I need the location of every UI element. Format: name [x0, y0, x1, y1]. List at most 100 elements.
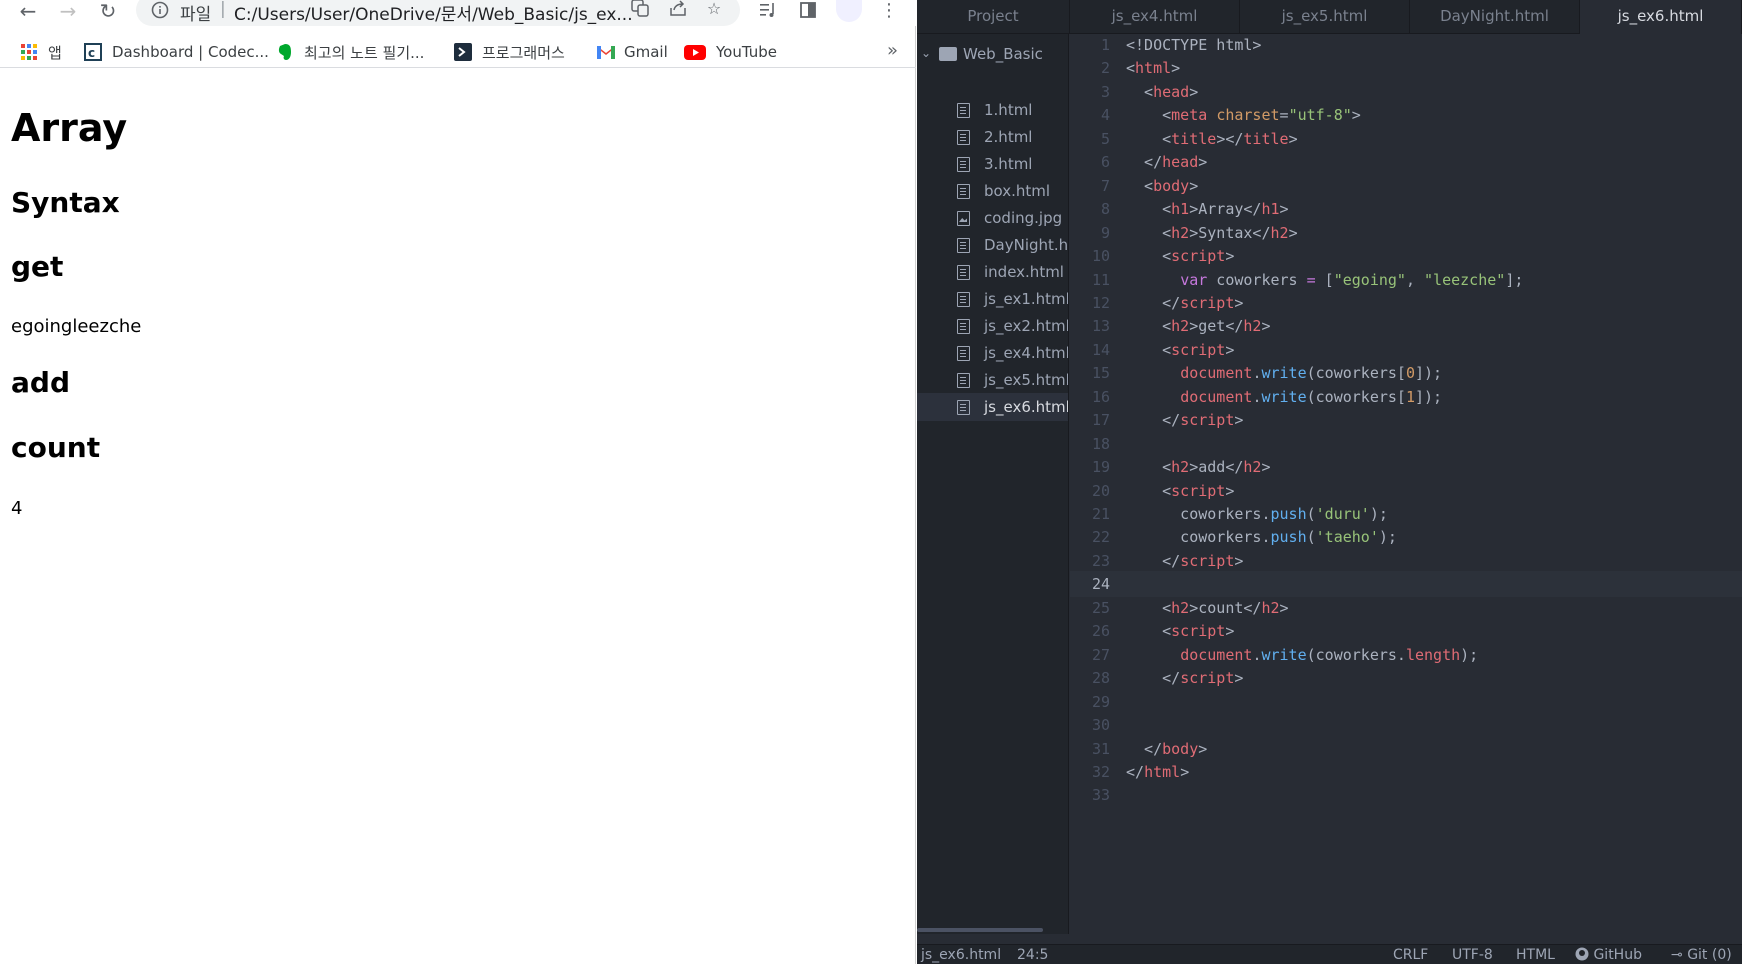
code-line[interactable]: 14 <script>: [1070, 337, 1742, 363]
code-line[interactable]: 13 <h2>get</h2>: [1070, 313, 1742, 339]
bookmark-youtube[interactable]: YouTube: [684, 40, 777, 64]
tab-js-ex6[interactable]: js_ex6.html: [1579, 0, 1742, 34]
bookmark-label: Dashboard | Codec...: [112, 43, 269, 61]
address-bar[interactable]: 파일 | C:/Users/User/OneDrive/문서/Web_Basic…: [136, 0, 740, 26]
code-line[interactable]: 19 <h2>add</h2>: [1070, 454, 1742, 480]
code-line[interactable]: 3 <head>: [1070, 79, 1742, 105]
tree-file-item[interactable]: 1.html: [917, 96, 1068, 124]
status-grammar[interactable]: HTML: [1516, 947, 1555, 963]
bookmark-label: 최고의 노트 필기...: [304, 43, 425, 62]
code-token: </: [1126, 762, 1145, 781]
tree-folder-web-basic[interactable]: ⌄ Web_Basic: [917, 42, 1068, 68]
tab-daynight[interactable]: DayNight.html: [1410, 0, 1580, 34]
tree-file-item[interactable]: DayNight.html: [917, 231, 1068, 259]
tree-file-item[interactable]: 3.html: [917, 150, 1068, 178]
code-line[interactable]: 23 </script>: [1070, 548, 1742, 574]
back-arrow-icon[interactable]: ←: [14, 0, 42, 26]
bookmark-apps[interactable]: 앱: [20, 40, 62, 64]
tab-js-ex5[interactable]: js_ex5.html: [1240, 0, 1410, 34]
tree-file-item[interactable]: 2.html: [917, 123, 1068, 151]
tree-file-item[interactable]: box.html: [917, 177, 1068, 205]
tree-file-item[interactable]: js_ex1.html: [917, 285, 1068, 313]
code-line[interactable]: 1 <!DOCTYPE html>: [1070, 32, 1742, 58]
tree-file-item[interactable]: index.html: [917, 258, 1068, 286]
status-git[interactable]: ⊸ Git (0): [1671, 947, 1732, 963]
bookmark-codecademy[interactable]: c Dashboard | Codec...: [84, 40, 269, 64]
code-line[interactable]: 20 <script>: [1070, 478, 1742, 504]
code-line[interactable]: 22 coworkers.push('taeho');: [1070, 524, 1742, 550]
code-line[interactable]: 9 <h2>Syntax</h2>: [1070, 220, 1742, 246]
share-icon[interactable]: [666, 0, 690, 20]
status-cursor-position[interactable]: 24:5: [1017, 947, 1048, 963]
tree-file-item[interactable]: js_ex2.html: [917, 312, 1068, 340]
profile-avatar[interactable]: [836, 0, 862, 22]
tab-js-ex4[interactable]: js_ex4.html: [1070, 0, 1240, 34]
code-line[interactable]: 11 var coworkers = ["egoing", "leezche"]…: [1070, 267, 1742, 293]
code-line[interactable]: 6 </head>: [1070, 149, 1742, 175]
tree-file-item[interactable]: js_ex4.html: [917, 339, 1068, 367]
code-line[interactable]: 29: [1070, 689, 1742, 715]
code-text: document.write(coworkers[0]);: [1126, 360, 1442, 386]
line-number: 5: [1100, 129, 1110, 148]
code-line[interactable]: 27 document.write(coworkers.length);: [1070, 642, 1742, 668]
code-line[interactable]: 16 document.write(coworkers[1]);: [1070, 384, 1742, 410]
url-text[interactable]: C:/Users/User/OneDrive/문서/Web_Basic/js_e…: [234, 0, 674, 25]
count-output-text: 4: [11, 498, 23, 519]
code-token: ,: [1405, 270, 1425, 289]
code-line[interactable]: 10 <script>: [1070, 243, 1742, 269]
tab-project[interactable]: Project: [917, 0, 1070, 34]
code-text: document.write(coworkers[1]);: [1126, 384, 1442, 410]
code-line[interactable]: 12 </script>: [1070, 290, 1742, 316]
line-number: 27: [1091, 645, 1110, 664]
tree-file-item[interactable]: js_ex5.html: [917, 366, 1068, 394]
code-token: <: [1126, 129, 1172, 148]
code-line[interactable]: 4 <meta charset="utf-8">: [1070, 102, 1742, 128]
info-icon[interactable]: [150, 0, 170, 20]
code-token: =: [1306, 270, 1316, 289]
bookmark-programmers[interactable]: 프로그래머스: [454, 40, 565, 64]
status-github[interactable]: GitHub: [1575, 947, 1642, 963]
status-file-name[interactable]: js_ex6.html: [921, 947, 1001, 963]
code-line[interactable]: 17 </script>: [1070, 407, 1742, 433]
status-encoding[interactable]: UTF-8: [1452, 947, 1493, 963]
code-text: <html>: [1126, 55, 1180, 81]
translate-icon[interactable]: [628, 0, 652, 20]
code-line[interactable]: 15 document.write(coworkers[0]);: [1070, 360, 1742, 386]
reload-icon[interactable]: ↻: [94, 0, 122, 26]
star-bookmark-icon[interactable]: ☆: [702, 0, 726, 20]
code-line[interactable]: 21 coworkers.push('duru');: [1070, 501, 1742, 527]
tree-file-item[interactable]: js_ex6.html: [917, 393, 1068, 421]
code-token: length: [1405, 645, 1461, 664]
forward-arrow-icon[interactable]: →: [54, 0, 82, 26]
bookmarks-overflow-icon[interactable]: »: [887, 40, 898, 61]
code-line[interactable]: 26 <script>: [1070, 618, 1742, 644]
apps-grid-icon: [20, 43, 38, 61]
code-line[interactable]: 18: [1070, 431, 1742, 457]
code-line[interactable]: 33: [1070, 782, 1742, 808]
code-token: >Array</: [1189, 200, 1262, 219]
line-number: 20: [1091, 481, 1110, 500]
code-line[interactable]: 5 <title></title>: [1070, 126, 1742, 152]
code-line[interactable]: 2 <html>: [1070, 55, 1742, 81]
code-line[interactable]: 25 <h2>count</h2>: [1070, 595, 1742, 621]
code-line[interactable]: 30: [1070, 712, 1742, 738]
side-panel-icon[interactable]: [795, 0, 821, 24]
line-number: 30: [1091, 716, 1110, 735]
bookmark-evernote[interactable]: 최고의 노트 필기...: [276, 40, 424, 64]
code-line[interactable]: 31 </body>: [1070, 736, 1742, 762]
code-line[interactable]: 24: [1070, 571, 1742, 598]
code-line[interactable]: 8 <h1>Array</h1>: [1070, 196, 1742, 222]
line-number: 1: [1100, 36, 1110, 54]
code-text: <h2>get</h2>: [1126, 313, 1270, 339]
code-area[interactable]: 1 <!DOCTYPE html> 2 <html> 3 <head> 4 <meta c…: [1070, 34, 1742, 934]
tree-horizontal-scrollbar[interactable]: [917, 928, 1043, 932]
status-line-ending[interactable]: CRLF: [1393, 947, 1428, 963]
reading-list-icon[interactable]: [755, 0, 781, 24]
tree-file-item[interactable]: coding.jpg: [917, 204, 1068, 232]
bookmarks-bar: 앱 c Dashboard | Codec... 최고의 노트 필기... 프로…: [0, 36, 916, 68]
bookmark-gmail[interactable]: Gmail: [596, 40, 668, 64]
code-line[interactable]: 28 </script>: [1070, 665, 1742, 691]
code-line[interactable]: 7 <body>: [1070, 173, 1742, 199]
more-menu-icon[interactable]: ⋮: [876, 0, 902, 24]
code-line[interactable]: 32 </html>: [1070, 759, 1742, 785]
